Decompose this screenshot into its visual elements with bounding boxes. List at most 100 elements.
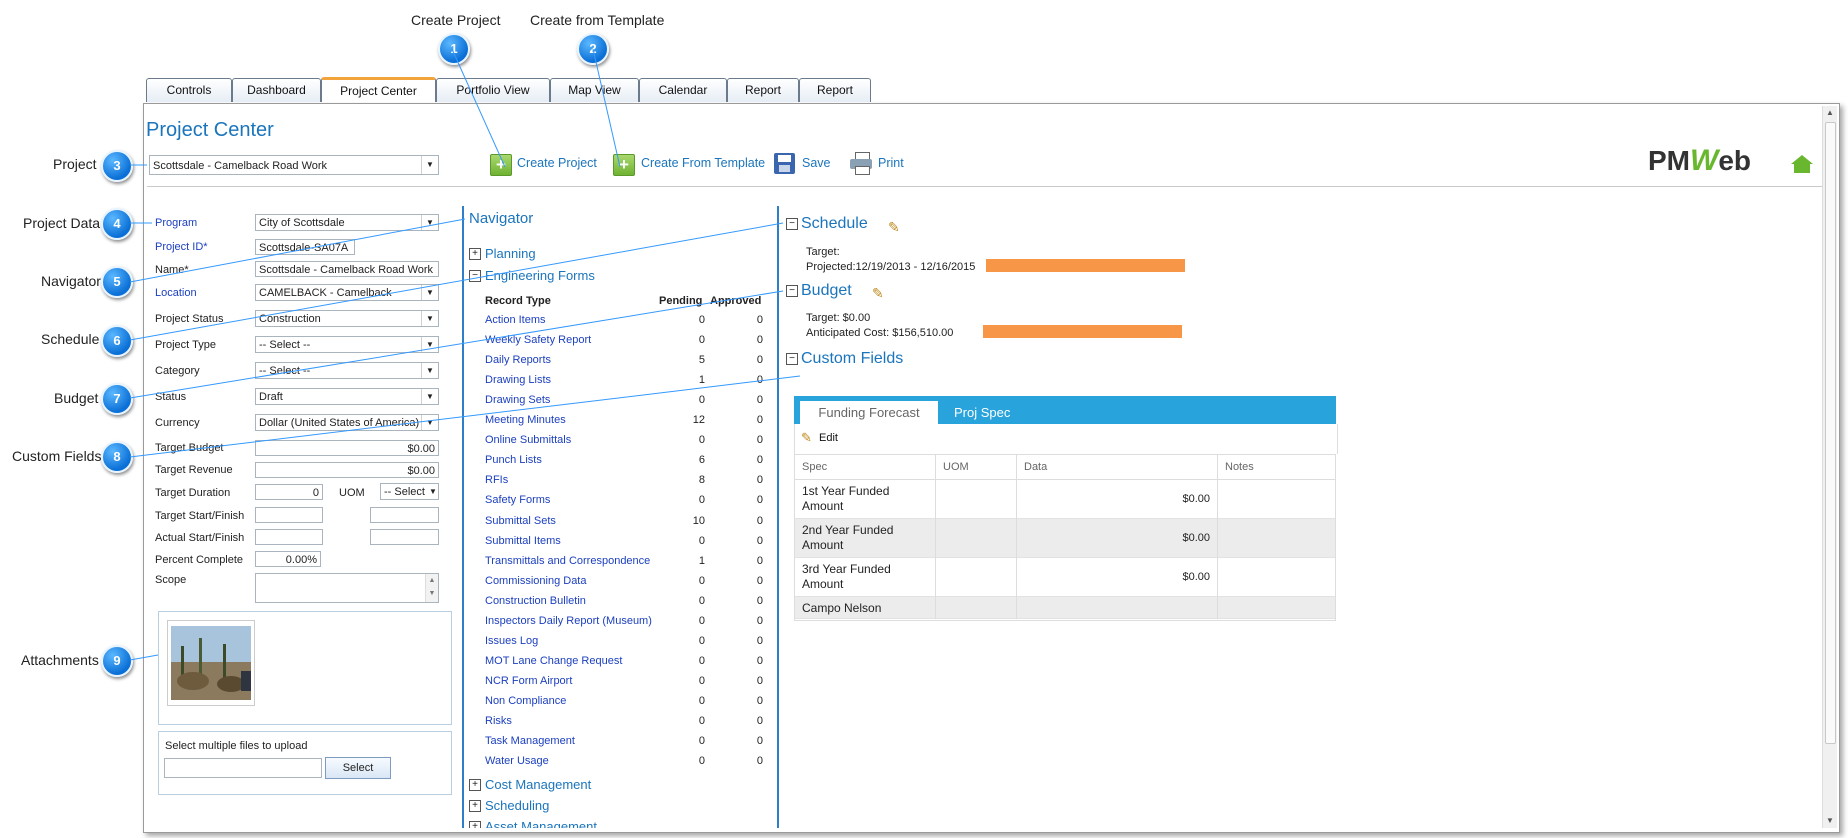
edit-button[interactable]: Edit — [819, 432, 838, 444]
scroll-down-icon[interactable]: ▼ — [1825, 816, 1835, 826]
nav-section-planning[interactable]: Planning — [485, 246, 536, 261]
currency-select[interactable]: Dollar (United States of America) ▼ — [255, 414, 439, 431]
callout-label-create-project: Create Project — [411, 12, 501, 28]
percent-complete-field[interactable]: 0.00% — [255, 551, 321, 567]
project-id-field[interactable]: Scottsdale-SA07A — [255, 239, 355, 255]
status-select[interactable]: Draft ▼ — [255, 388, 439, 405]
nav-record-link[interactable]: Submittal Sets — [485, 515, 556, 527]
save-button[interactable]: Save — [802, 156, 831, 170]
tab-funding-forecast[interactable]: Funding Forecast — [800, 401, 938, 424]
nav-section-asset-management[interactable]: Asset Management — [485, 819, 597, 828]
grid-cell-uom — [935, 558, 1016, 597]
scope-textarea[interactable]: ▲ ▼ — [255, 573, 439, 603]
nav-approved-count: 0 — [756, 574, 763, 587]
nav-record-link[interactable]: Weekly Safety Report — [485, 334, 591, 346]
expand-icon[interactable]: + — [469, 779, 481, 791]
tab-project-center[interactable]: Project Center — [321, 77, 436, 102]
nav-record-link[interactable]: Risks — [485, 715, 512, 727]
nav-record-link[interactable]: NCR Form Airport — [485, 675, 572, 687]
vertical-scrollbar[interactable]: ▲ ▼ — [1822, 106, 1837, 828]
tab-controls[interactable]: Controls — [146, 78, 232, 102]
nav-record-link[interactable]: RFIs — [485, 474, 508, 486]
nav-record-link[interactable]: Issues Log — [485, 635, 538, 647]
tab-calendar[interactable]: Calendar — [639, 78, 727, 102]
scrollbar-thumb[interactable] — [1825, 122, 1836, 744]
add-icon[interactable]: + — [613, 154, 635, 176]
print-button[interactable]: Print — [878, 156, 904, 170]
pencil-icon[interactable]: ✎ — [888, 219, 900, 236]
tab-portfolio-view[interactable]: Portfolio View — [436, 78, 550, 102]
pmweb-logo: PMWeb — [1648, 144, 1788, 180]
grid-column-header[interactable]: Data — [1016, 455, 1217, 480]
grid-column-header[interactable]: UOM — [935, 455, 1016, 480]
category-select[interactable]: -- Select -- ▼ — [255, 362, 439, 379]
scroll-up-icon[interactable]: ▲ — [1825, 108, 1835, 118]
nav-record-link[interactable]: Meeting Minutes — [485, 414, 566, 426]
home-icon-body[interactable] — [1794, 164, 1810, 173]
col-approved: Approved — [710, 295, 762, 307]
scope-scrollbar[interactable]: ▲ ▼ — [425, 574, 438, 602]
nav-record-link[interactable]: Submittal Items — [485, 535, 561, 547]
nav-record-link[interactable]: Task Management — [485, 735, 575, 747]
actual-finish-date[interactable] — [370, 529, 439, 545]
expand-icon[interactable]: + — [469, 800, 481, 812]
nav-record-link[interactable]: Commissioning Data — [485, 575, 586, 587]
nav-record-link[interactable]: Non Compliance — [485, 695, 566, 707]
collapse-icon[interactable]: − — [786, 285, 798, 297]
nav-record-link[interactable]: Inspectors Daily Report (Museum) — [485, 615, 652, 627]
project-select[interactable]: Scottsdale - Camelback Road Work ▼ — [149, 155, 439, 175]
nav-record-link[interactable]: Action Items — [485, 314, 546, 326]
uom-select[interactable]: -- Select ▼ — [380, 483, 439, 500]
nav-record-link[interactable]: MOT Lane Change Request — [485, 655, 622, 667]
home-icon[interactable] — [1791, 155, 1813, 164]
grid-column-header[interactable]: Notes — [1217, 455, 1335, 480]
nav-record-link[interactable]: Online Submittals — [485, 434, 571, 446]
tab-report[interactable]: Report — [727, 78, 799, 102]
collapse-icon[interactable]: − — [786, 218, 798, 230]
target-revenue-field[interactable]: $0.00 — [255, 462, 439, 478]
collapse-icon[interactable]: − — [469, 270, 481, 282]
save-icon[interactable] — [774, 153, 795, 174]
location-select[interactable]: CAMELBACK - Camelback ▼ — [255, 284, 439, 301]
nav-record-link[interactable]: Safety Forms — [485, 494, 550, 506]
nav-record-link[interactable]: Daily Reports — [485, 354, 551, 366]
target-budget-field[interactable]: $0.00 — [255, 440, 439, 456]
print-icon[interactable] — [850, 152, 873, 175]
upload-file-field[interactable] — [164, 758, 322, 778]
create-from-template-button[interactable]: Create From Template — [641, 156, 765, 170]
chevron-down-icon: ▼ — [421, 363, 438, 378]
expand-icon[interactable]: + — [469, 821, 481, 828]
target-start-date[interactable] — [255, 507, 323, 523]
actual-start-finish-label: Actual Start/Finish — [155, 532, 245, 544]
attachment-thumbnail[interactable] — [167, 620, 255, 706]
create-project-button[interactable]: Create Project — [517, 156, 597, 170]
target-finish-date[interactable] — [370, 507, 439, 523]
collapse-icon[interactable]: − — [786, 353, 798, 365]
tab-proj-spec[interactable]: Proj Spec — [954, 401, 1010, 424]
pencil-icon[interactable]: ✎ — [872, 285, 884, 302]
nav-section-engineering-forms[interactable]: Engineering Forms — [485, 268, 595, 283]
target-duration-field[interactable]: 0 — [255, 484, 323, 500]
nav-approved-count: 0 — [756, 514, 763, 527]
name-field[interactable]: Scottsdale - Camelback Road Work — [255, 261, 439, 277]
nav-section-cost-management[interactable]: Cost Management — [485, 777, 591, 792]
project-type-select[interactable]: -- Select -- ▼ — [255, 336, 439, 353]
nav-record-link[interactable]: Drawing Lists — [485, 374, 551, 386]
nav-record-link[interactable]: Water Usage — [485, 755, 549, 767]
program-select[interactable]: City of Scottsdale ▼ — [255, 214, 439, 231]
target-revenue-label: Target Revenue — [155, 464, 233, 476]
tab-map-view[interactable]: Map View — [550, 78, 639, 102]
actual-start-date[interactable] — [255, 529, 323, 545]
nav-record-link[interactable]: Drawing Sets — [485, 394, 550, 406]
tab-dashboard[interactable]: Dashboard — [232, 78, 321, 102]
project-status-select[interactable]: Construction ▼ — [255, 310, 439, 327]
nav-record-link[interactable]: Construction Bulletin — [485, 595, 586, 607]
grid-column-header[interactable]: Spec — [795, 455, 935, 480]
expand-icon[interactable]: + — [469, 248, 481, 260]
select-files-button[interactable]: Select — [325, 757, 391, 779]
nav-section-scheduling[interactable]: Scheduling — [485, 798, 549, 813]
nav-record-link[interactable]: Punch Lists — [485, 454, 542, 466]
nav-record-link[interactable]: Transmittals and Correspondence — [485, 555, 650, 567]
add-icon[interactable]: + — [490, 154, 512, 176]
tab-report-2[interactable]: Report — [799, 78, 871, 102]
